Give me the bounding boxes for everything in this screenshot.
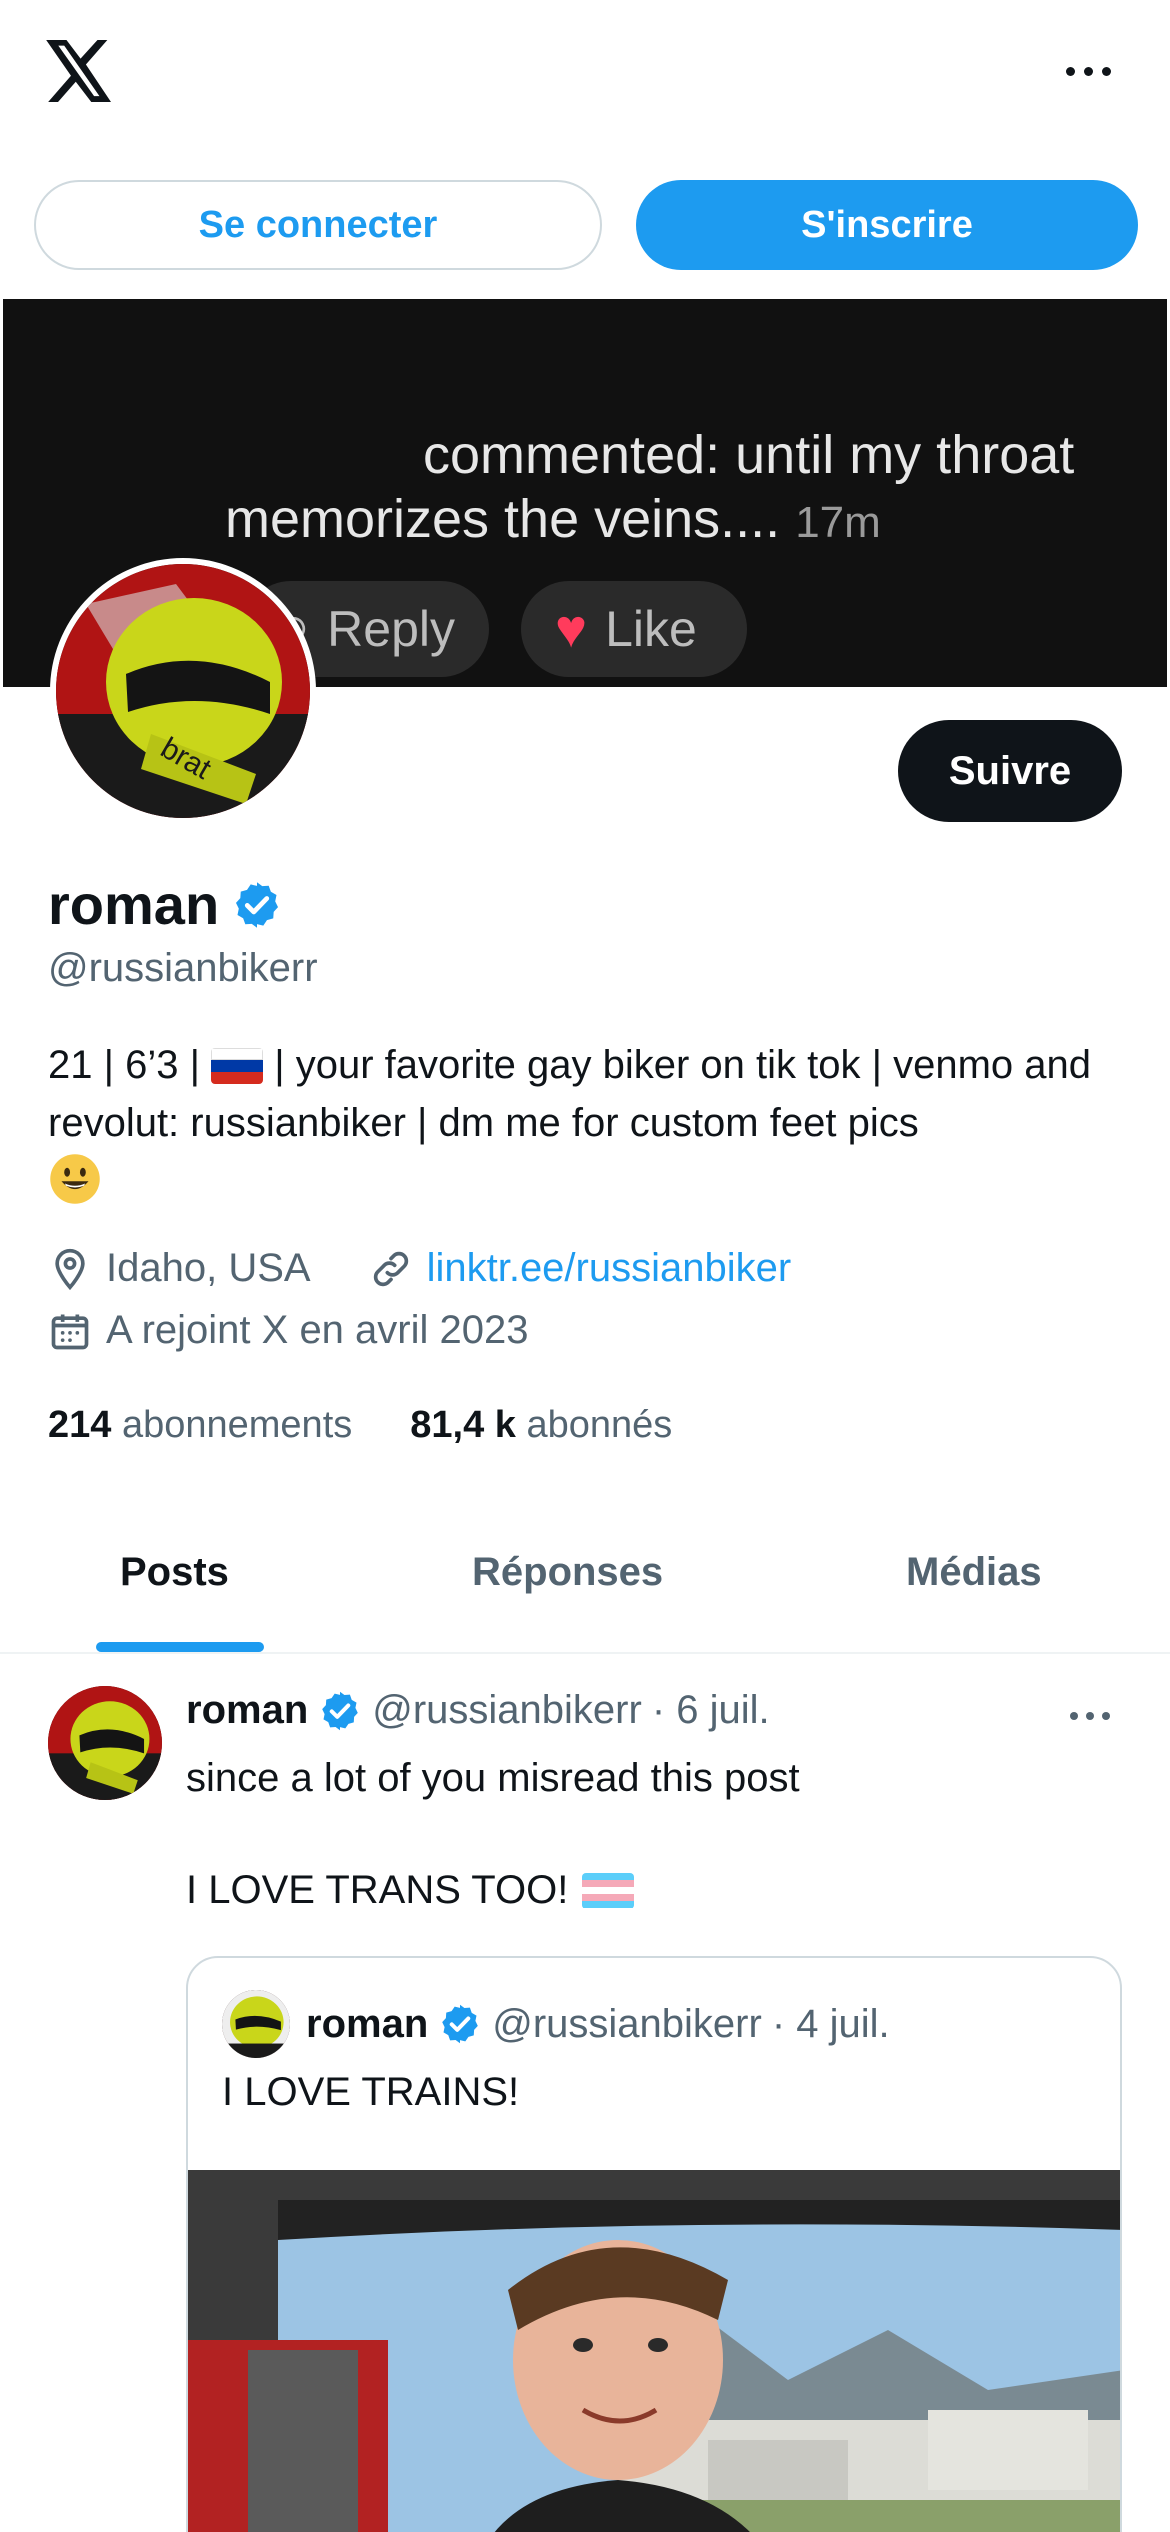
tab-media[interactable]: Médias	[906, 1550, 1042, 1595]
post-date[interactable]: · 6 juil.	[652, 1688, 770, 1733]
top-bar	[0, 0, 1170, 150]
tab-posts[interactable]: Posts	[120, 1550, 229, 1595]
link-icon	[373, 1251, 408, 1286]
profile-meta-row: Idaho, USA linktr.ee/russianbiker	[48, 1246, 791, 1291]
x-logo-icon[interactable]	[46, 40, 114, 102]
bio-text-1: 21 | 6’3 |	[48, 1043, 200, 1087]
following-count: 214	[48, 1404, 112, 1446]
post-text-line2-main: I LOVE TRANS TOO!	[186, 1868, 569, 1912]
russia-flag-icon	[211, 1048, 264, 1084]
quoted-post-header: roman @russianbikerr · 4 juil.	[222, 1990, 890, 2058]
quoted-post-text: I LOVE TRAINS!	[222, 2070, 520, 2114]
display-name: roman	[48, 873, 220, 936]
followers-count: 81,4 k	[410, 1404, 516, 1446]
profile-stats: 214 abonnements 81,4 k abonnés	[48, 1404, 672, 1447]
reply-label: Reply	[327, 601, 455, 657]
profile-tabs: Posts Réponses Médias	[0, 1520, 1170, 1654]
banner-text-line1: commented: until my throat	[423, 425, 1075, 485]
post-header: roman @russianbikerr · 6 juil.	[186, 1688, 770, 1733]
post-avatar[interactable]	[48, 1686, 162, 1800]
banner-text-line2: memorizes the veins.... 17m	[225, 487, 881, 555]
profile-avatar[interactable]: brat	[50, 558, 316, 824]
quoted-post-date: · 4 juil.	[771, 2001, 890, 2046]
tab-replies[interactable]: Réponses	[472, 1550, 663, 1595]
profile-join-row: A rejoint X en avril 2023	[48, 1308, 528, 1353]
verified-badge-icon[interactable]	[318, 1689, 362, 1733]
heart-icon: ♥	[555, 599, 588, 659]
post-text-line1: since a lot of you misread this post	[186, 1756, 800, 1800]
following-stat[interactable]: 214 abonnements	[48, 1404, 352, 1447]
quoted-post-avatar	[222, 1990, 290, 2058]
signup-button[interactable]: S'inscrire	[636, 180, 1138, 270]
quoted-post-image[interactable]	[188, 2170, 1120, 2532]
location-icon	[55, 1248, 85, 1290]
banner-text-line2-main: memorizes the veins....	[225, 489, 781, 549]
quoted-author-name: roman	[306, 2001, 429, 2046]
bio-text-2: | your favorite gay biker on tik tok | v…	[48, 1043, 1091, 1145]
profile-handle: @russianbikerr	[48, 946, 318, 990]
more-options-icon[interactable]	[1060, 58, 1116, 84]
login-button[interactable]: Se connecter	[34, 180, 602, 270]
banner-like-pill: ♥ Like	[521, 581, 747, 677]
auth-bar: Se connecter S'inscrire	[0, 180, 1170, 270]
profile-name-row: roman	[48, 872, 283, 937]
calendar-icon	[51, 1314, 89, 1349]
post-author-name[interactable]: roman	[186, 1688, 308, 1733]
like-label: Like	[605, 601, 697, 657]
follow-button[interactable]: Suivre	[898, 720, 1122, 822]
profile-location: Idaho, USA	[106, 1246, 311, 1290]
profile-joined: A rejoint X en avril 2023	[106, 1308, 529, 1352]
smile-emoji-icon	[50, 1154, 100, 1204]
post-more-icon[interactable]	[1070, 1712, 1110, 1720]
post-author-handle[interactable]: @russianbikerr	[372, 1688, 642, 1733]
followers-label: abonnés	[526, 1404, 673, 1446]
verified-badge-icon	[442, 2004, 479, 2044]
verified-badge-icon[interactable]	[231, 879, 283, 931]
quoted-post[interactable]: roman @russianbikerr · 4 juil. I LOVE TR…	[186, 1956, 1122, 2532]
post[interactable]: roman @russianbikerr · 6 juil. since a l…	[0, 1656, 1170, 2532]
profile-link[interactable]: linktr.ee/russianbiker	[427, 1246, 792, 1291]
followers-stat[interactable]: 81,4 k abonnés	[410, 1404, 672, 1447]
profile-bio: 21 | 6’3 | | your favorite gay biker on …	[48, 1036, 1128, 1210]
following-label: abonnements	[121, 1404, 353, 1446]
quoted-author-handle: @russianbikerr	[492, 2001, 762, 2046]
transgender-flag-icon	[582, 1872, 635, 1909]
banner-time: 17m	[795, 498, 881, 547]
post-text-line2: I LOVE TRANS TOO!	[186, 1868, 635, 1913]
tab-active-indicator	[96, 1642, 264, 1652]
